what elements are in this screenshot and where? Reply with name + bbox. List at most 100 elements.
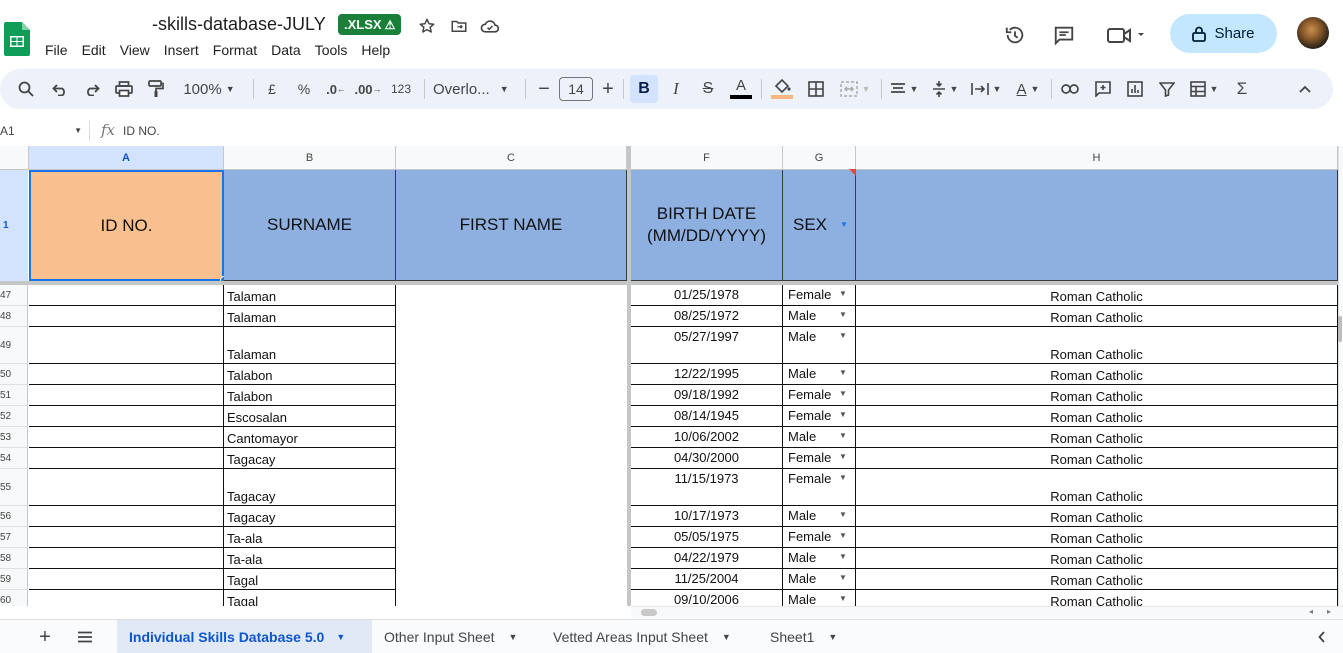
header-religion-cell[interactable] [856, 170, 1338, 281]
birth-date-cell[interactable]: 08/14/1945 [631, 406, 783, 427]
bold-icon[interactable]: B [630, 75, 658, 103]
surname-cell[interactable]: Talabon [224, 364, 396, 385]
name-box[interactable]: A1 ▼ [0, 124, 82, 138]
sex-cell[interactable]: Male ▼ [783, 327, 856, 364]
birth-date-cell[interactable]: 11/25/2004 [631, 569, 783, 590]
horizontal-scrollbar-thumb[interactable] [641, 609, 657, 616]
surname-cell[interactable]: Cantomayor [224, 427, 396, 448]
dropdown-chip-icon[interactable]: ▼ [839, 431, 847, 440]
id-cell[interactable] [29, 469, 224, 506]
birth-date-cell[interactable]: 05/05/1975 [631, 527, 783, 548]
dropdown-chip-icon[interactable]: ▼ [839, 573, 847, 582]
sheets-logo-icon[interactable] [4, 22, 30, 56]
religion-cell[interactable]: Roman Catholic [856, 327, 1338, 364]
header-sex-cell[interactable]: SEX ▼ [783, 169, 856, 281]
strikethrough-icon[interactable]: S [696, 69, 720, 109]
id-cell[interactable] [29, 427, 224, 448]
sex-cell[interactable]: Female ▼ [783, 406, 856, 427]
row-header[interactable]: 49 [0, 327, 28, 364]
move-folder-icon[interactable] [448, 15, 470, 37]
birth-date-cell[interactable]: 10/06/2002 [631, 427, 783, 448]
merge-cells-icon[interactable]: ▼ [836, 69, 874, 109]
zoom-select[interactable]: 100% ▼ [175, 69, 243, 109]
birth-date-cell[interactable]: 05/27/1997 [631, 327, 783, 364]
menu-data[interactable]: Data [271, 42, 301, 58]
id-cell[interactable] [29, 548, 224, 569]
borders-icon[interactable] [804, 69, 828, 109]
religion-cell[interactable]: Roman Catholic [856, 285, 1338, 306]
birth-date-cell[interactable]: 11/15/1973 [631, 469, 783, 506]
religion-cell[interactable]: Roman Catholic [856, 527, 1338, 548]
font-size-input[interactable]: 14 [559, 69, 593, 109]
menu-help[interactable]: Help [361, 42, 390, 58]
row-header[interactable]: 48 [0, 306, 28, 327]
row-header[interactable]: 47 [0, 285, 28, 306]
fill-color-icon[interactable] [768, 69, 796, 109]
column-header-c[interactable]: C [396, 146, 627, 170]
avatar[interactable] [1297, 17, 1329, 49]
horizontal-align-icon[interactable]: ▼ [887, 69, 921, 109]
vertical-scrollbar[interactable] [1338, 316, 1342, 342]
dropdown-chip-icon[interactable]: ▼ [839, 473, 847, 482]
tab-other-input-sheet[interactable]: Other Input Sheet ▼ [384, 620, 517, 653]
dropdown-chip-icon[interactable]: ▼ [839, 310, 847, 319]
cloud-status-icon[interactable] [479, 15, 501, 37]
religion-cell[interactable]: Roman Catholic [856, 427, 1338, 448]
scroll-right-icon[interactable]: ▸ [1327, 607, 1331, 616]
surname-cell[interactable]: Tagal [224, 569, 396, 590]
functions-icon[interactable]: Σ [1230, 69, 1254, 109]
dropdown-chip-icon[interactable]: ▼ [839, 368, 847, 377]
religion-cell[interactable]: Roman Catholic [856, 569, 1338, 590]
dropdown-chip-icon[interactable]: ▼ [839, 389, 847, 398]
first-name-cell[interactable] [396, 285, 564, 306]
decrease-font-size-icon[interactable]: − [534, 69, 554, 109]
dropdown-chip-icon[interactable]: ▼ [839, 510, 847, 519]
birth-date-cell[interactable]: 01/25/1978 [631, 285, 783, 306]
tab-sheet1[interactable]: Sheet1 ▼ [770, 620, 837, 653]
religion-cell[interactable]: Roman Catholic [856, 469, 1338, 506]
id-cell[interactable] [29, 448, 224, 469]
birth-date-cell[interactable]: 08/25/1972 [631, 306, 783, 327]
first-name-cell[interactable] [396, 506, 564, 527]
italic-icon[interactable]: I [664, 69, 688, 109]
dropdown-chip-icon[interactable]: ▼ [840, 220, 848, 229]
birth-date-cell[interactable]: 10/17/1973 [631, 506, 783, 527]
first-name-cell[interactable] [396, 406, 564, 427]
row-header[interactable]: 50 [0, 364, 28, 385]
collapse-toolbar-icon[interactable] [1293, 69, 1317, 109]
formula-input[interactable]: ID NO. [123, 124, 160, 138]
sex-cell[interactable]: Male ▼ [783, 306, 856, 327]
tab-vetted-areas-input-sheet[interactable]: Vetted Areas Input Sheet ▼ [553, 620, 731, 653]
id-cell[interactable] [29, 590, 224, 606]
menu-view[interactable]: View [120, 42, 150, 58]
sex-cell[interactable]: Male ▼ [783, 427, 856, 448]
search-menus-icon[interactable] [14, 69, 38, 109]
sex-cell[interactable]: Female ▼ [783, 469, 856, 506]
filter-icon[interactable] [1155, 69, 1179, 109]
dropdown-chip-icon[interactable]: ▼ [839, 452, 847, 461]
row-header-1[interactable]: 1 [0, 170, 28, 281]
row-header[interactable]: 60 [0, 590, 28, 606]
surname-cell[interactable]: Talaman [224, 327, 396, 364]
surname-cell[interactable]: Talaman [224, 285, 396, 306]
row-header[interactable]: 58 [0, 548, 28, 569]
dropdown-chip-icon[interactable]: ▼ [839, 331, 847, 340]
first-name-cell[interactable] [396, 590, 564, 606]
surname-cell[interactable]: Tagacay [224, 506, 396, 527]
row-header[interactable]: 56 [0, 506, 28, 527]
text-color-icon[interactable]: A [728, 69, 754, 109]
currency-format-button[interactable]: £ [262, 69, 282, 109]
first-name-cell[interactable] [396, 427, 564, 448]
comments-icon[interactable] [1049, 20, 1079, 50]
sex-cell[interactable]: Female ▼ [783, 448, 856, 469]
id-cell[interactable] [29, 285, 224, 306]
religion-cell[interactable]: Roman Catholic [856, 306, 1338, 327]
more-formats-button[interactable]: 123 [388, 69, 414, 109]
insert-chart-icon[interactable] [1123, 69, 1147, 109]
id-cell[interactable] [29, 506, 224, 527]
row-header[interactable]: 54 [0, 448, 28, 469]
religion-cell[interactable]: Roman Catholic [856, 590, 1338, 606]
column-header-f[interactable]: F [631, 146, 783, 170]
text-wrapping-icon[interactable]: ▼ [969, 69, 1003, 109]
id-cell[interactable] [29, 327, 224, 364]
